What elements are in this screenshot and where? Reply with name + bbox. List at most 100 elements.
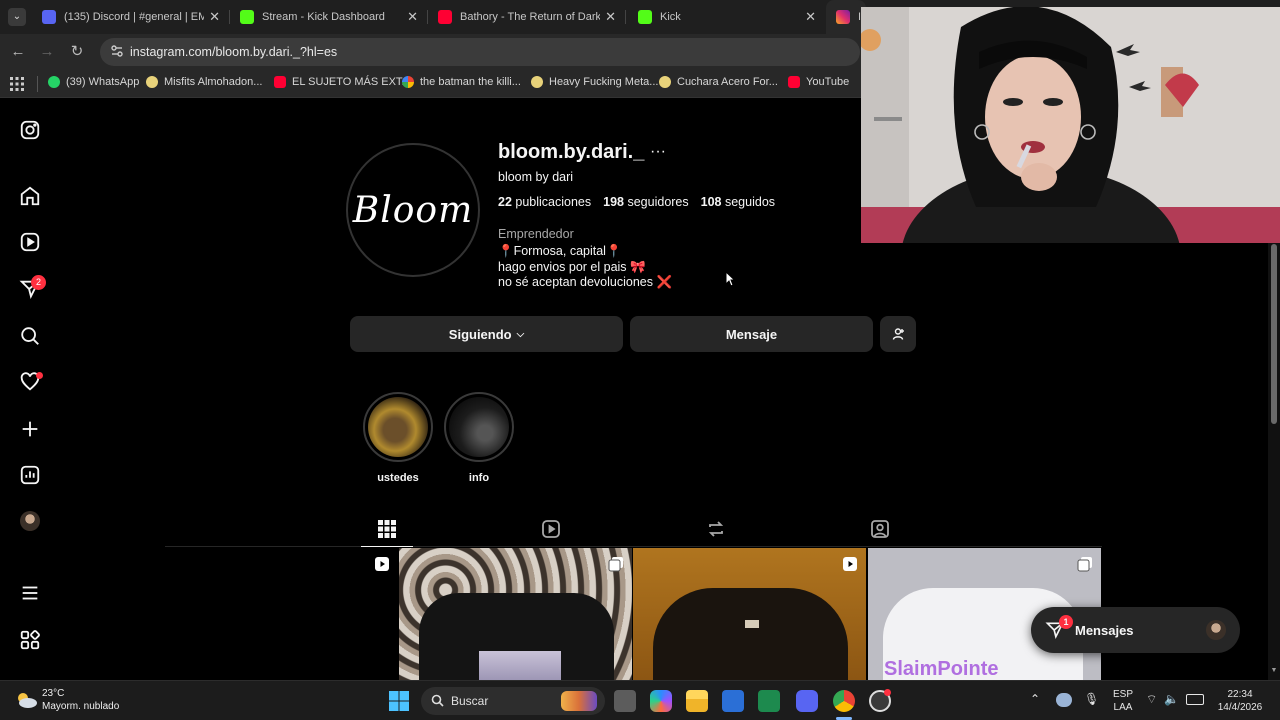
more-options-icon[interactable]: ··· bbox=[650, 143, 666, 161]
profile-picture[interactable]: Bloom bbox=[346, 143, 480, 277]
bookmark-youtube[interactable]: YouTube bbox=[788, 76, 849, 88]
messages-drawer-button[interactable]: 1 Mensajes bbox=[1031, 607, 1240, 653]
close-tab-icon[interactable]: ✕ bbox=[605, 9, 616, 25]
back-arrow-icon[interactable]: ← bbox=[8, 42, 28, 62]
search-icon bbox=[431, 694, 444, 710]
start-button[interactable] bbox=[388, 690, 410, 712]
highlight-cover bbox=[368, 397, 428, 457]
apps-grid-icon[interactable] bbox=[10, 77, 24, 91]
message-button[interactable]: Mensaje bbox=[630, 316, 873, 352]
reload-icon[interactable]: ↻ bbox=[67, 42, 87, 62]
profile-full-name: bloom by dari bbox=[498, 170, 574, 184]
profile-category: Emprendedor bbox=[498, 227, 574, 241]
bookmark-heavy-metal[interactable]: Heavy Fucking Meta... bbox=[531, 76, 658, 88]
following-button[interactable]: Siguiendo ⌵ bbox=[350, 316, 623, 352]
wifi-icon[interactable]: ⌔ bbox=[1146, 693, 1157, 706]
chrome-icon[interactable] bbox=[833, 690, 855, 712]
onedrive-icon[interactable] bbox=[1056, 693, 1072, 707]
scrollbar-thumb[interactable] bbox=[1271, 244, 1277, 424]
taskbar-search-box[interactable]: Buscar bbox=[421, 687, 605, 715]
profile-avatar[interactable] bbox=[20, 511, 40, 531]
reposts-tab-icon[interactable] bbox=[705, 518, 727, 540]
browser-tab-kick-dashboard[interactable]: Stream - Kick Dashboard ✕ bbox=[230, 0, 426, 34]
address-bar[interactable]: instagram.com/bloom.by.dari._?hl=es bbox=[100, 38, 860, 66]
add-user-icon bbox=[892, 328, 904, 340]
highlight-cover bbox=[449, 397, 509, 457]
show-hidden-icons-chevron[interactable]: ⌃ bbox=[1030, 693, 1040, 706]
search-icon[interactable] bbox=[18, 324, 42, 348]
tagged-tab-icon[interactable] bbox=[869, 518, 891, 540]
more-apps-icon[interactable] bbox=[18, 628, 42, 652]
active-tab-indicator bbox=[361, 546, 413, 547]
conversation-avatar bbox=[1206, 620, 1226, 640]
volume-icon[interactable]: 🔈 bbox=[1164, 693, 1179, 706]
bookmark-el-sujeto[interactable]: EL SUJETO MÁS EXT... bbox=[274, 76, 411, 88]
post-tile[interactable] bbox=[165, 548, 398, 680]
bookmark-batman[interactable]: the batman the killi... bbox=[402, 76, 521, 88]
clock[interactable]: 22:34 14/4/2026 bbox=[1210, 688, 1270, 714]
close-tab-icon[interactable]: ✕ bbox=[805, 9, 816, 25]
scroll-down-arrow-icon[interactable]: ▼ bbox=[1270, 667, 1278, 675]
webcam-video-frame bbox=[861, 7, 1280, 243]
discord-icon bbox=[42, 10, 56, 24]
messages-badge: 1 bbox=[1059, 615, 1073, 629]
bookmark-whatsapp[interactable]: (39) WhatsApp bbox=[48, 76, 139, 88]
reels-icon[interactable] bbox=[18, 230, 42, 254]
instagram-logo-icon[interactable] bbox=[18, 118, 42, 142]
instagram-icon bbox=[836, 10, 850, 24]
bookmark-favicon bbox=[659, 76, 671, 88]
highlight-ustedes[interactable]: ustedes bbox=[363, 392, 433, 484]
mouse-cursor-icon bbox=[725, 271, 735, 287]
windows-logo-icon bbox=[389, 691, 409, 711]
home-icon[interactable] bbox=[18, 184, 42, 208]
carousel-icon bbox=[1077, 557, 1092, 572]
copilot-icon[interactable] bbox=[650, 690, 672, 712]
windows-taskbar: 23°C Mayorm. nublado Buscar ⌃ 🎙 ESP LAA … bbox=[0, 680, 1280, 720]
post-tile[interactable] bbox=[633, 548, 866, 680]
close-tab-icon[interactable]: ✕ bbox=[407, 9, 418, 25]
bookmark-cuchara[interactable]: Cuchara Acero For... bbox=[659, 76, 778, 88]
create-icon[interactable] bbox=[18, 417, 42, 441]
post-tile[interactable] bbox=[399, 548, 632, 680]
forward-arrow-icon[interactable]: → bbox=[37, 42, 57, 62]
youtube-icon bbox=[788, 76, 800, 88]
language-indicator[interactable]: ESP LAA bbox=[1110, 688, 1136, 714]
suggest-people-button[interactable] bbox=[880, 316, 916, 352]
bio-line: hago envios por el pais 🎀 bbox=[498, 260, 646, 274]
bio-line: no sé aceptan devoluciones ❌ bbox=[498, 275, 673, 289]
bookmark-misfits[interactable]: Misfits Almohadon... bbox=[146, 76, 262, 88]
posts-grid-icon[interactable] bbox=[376, 518, 398, 540]
stat-following[interactable]: 108 seguidos bbox=[701, 195, 775, 209]
reel-icon bbox=[843, 557, 857, 571]
weather-widget[interactable]: 23°C Mayorm. nublado bbox=[14, 687, 134, 715]
post-image-print bbox=[479, 651, 561, 680]
bookmark-favicon bbox=[146, 76, 158, 88]
menu-icon[interactable] bbox=[18, 581, 42, 605]
highlight-info[interactable]: info bbox=[444, 392, 514, 484]
tab-list-dropdown-icon[interactable]: ⌄ bbox=[8, 8, 26, 26]
kick-icon bbox=[638, 10, 652, 24]
battery-icon[interactable] bbox=[1186, 694, 1204, 705]
file-explorer-icon[interactable] bbox=[686, 690, 708, 712]
cloudy-weather-icon bbox=[18, 693, 37, 708]
youtube-icon bbox=[274, 76, 286, 88]
task-view-icon[interactable] bbox=[614, 690, 636, 712]
stat-followers[interactable]: 198 seguidores bbox=[603, 195, 689, 209]
word-icon[interactable] bbox=[722, 690, 744, 712]
browser-tab-kick[interactable]: Kick ✕ bbox=[628, 0, 824, 34]
browser-tab-instagram[interactable]: In bbox=[826, 0, 866, 34]
microphone-icon[interactable]: 🎙 bbox=[1084, 693, 1099, 706]
reel-icon bbox=[375, 557, 389, 571]
browser-tab-discord[interactable]: (135) Discord | #general | EMO... ✕ bbox=[32, 0, 228, 34]
reels-tab-icon[interactable] bbox=[540, 518, 562, 540]
excel-icon[interactable] bbox=[758, 690, 780, 712]
carousel-icon bbox=[608, 557, 623, 572]
dashboard-icon[interactable] bbox=[18, 463, 42, 487]
kick-icon bbox=[240, 10, 254, 24]
site-info-icon[interactable] bbox=[110, 44, 124, 58]
activity-dot bbox=[36, 372, 43, 379]
close-tab-icon[interactable]: ✕ bbox=[209, 9, 220, 25]
notifications-badge: 2 bbox=[31, 275, 46, 290]
discord-icon[interactable] bbox=[796, 690, 818, 712]
browser-tab-youtube[interactable]: Bathory - The Return of Darkne... ✕ bbox=[428, 0, 624, 34]
